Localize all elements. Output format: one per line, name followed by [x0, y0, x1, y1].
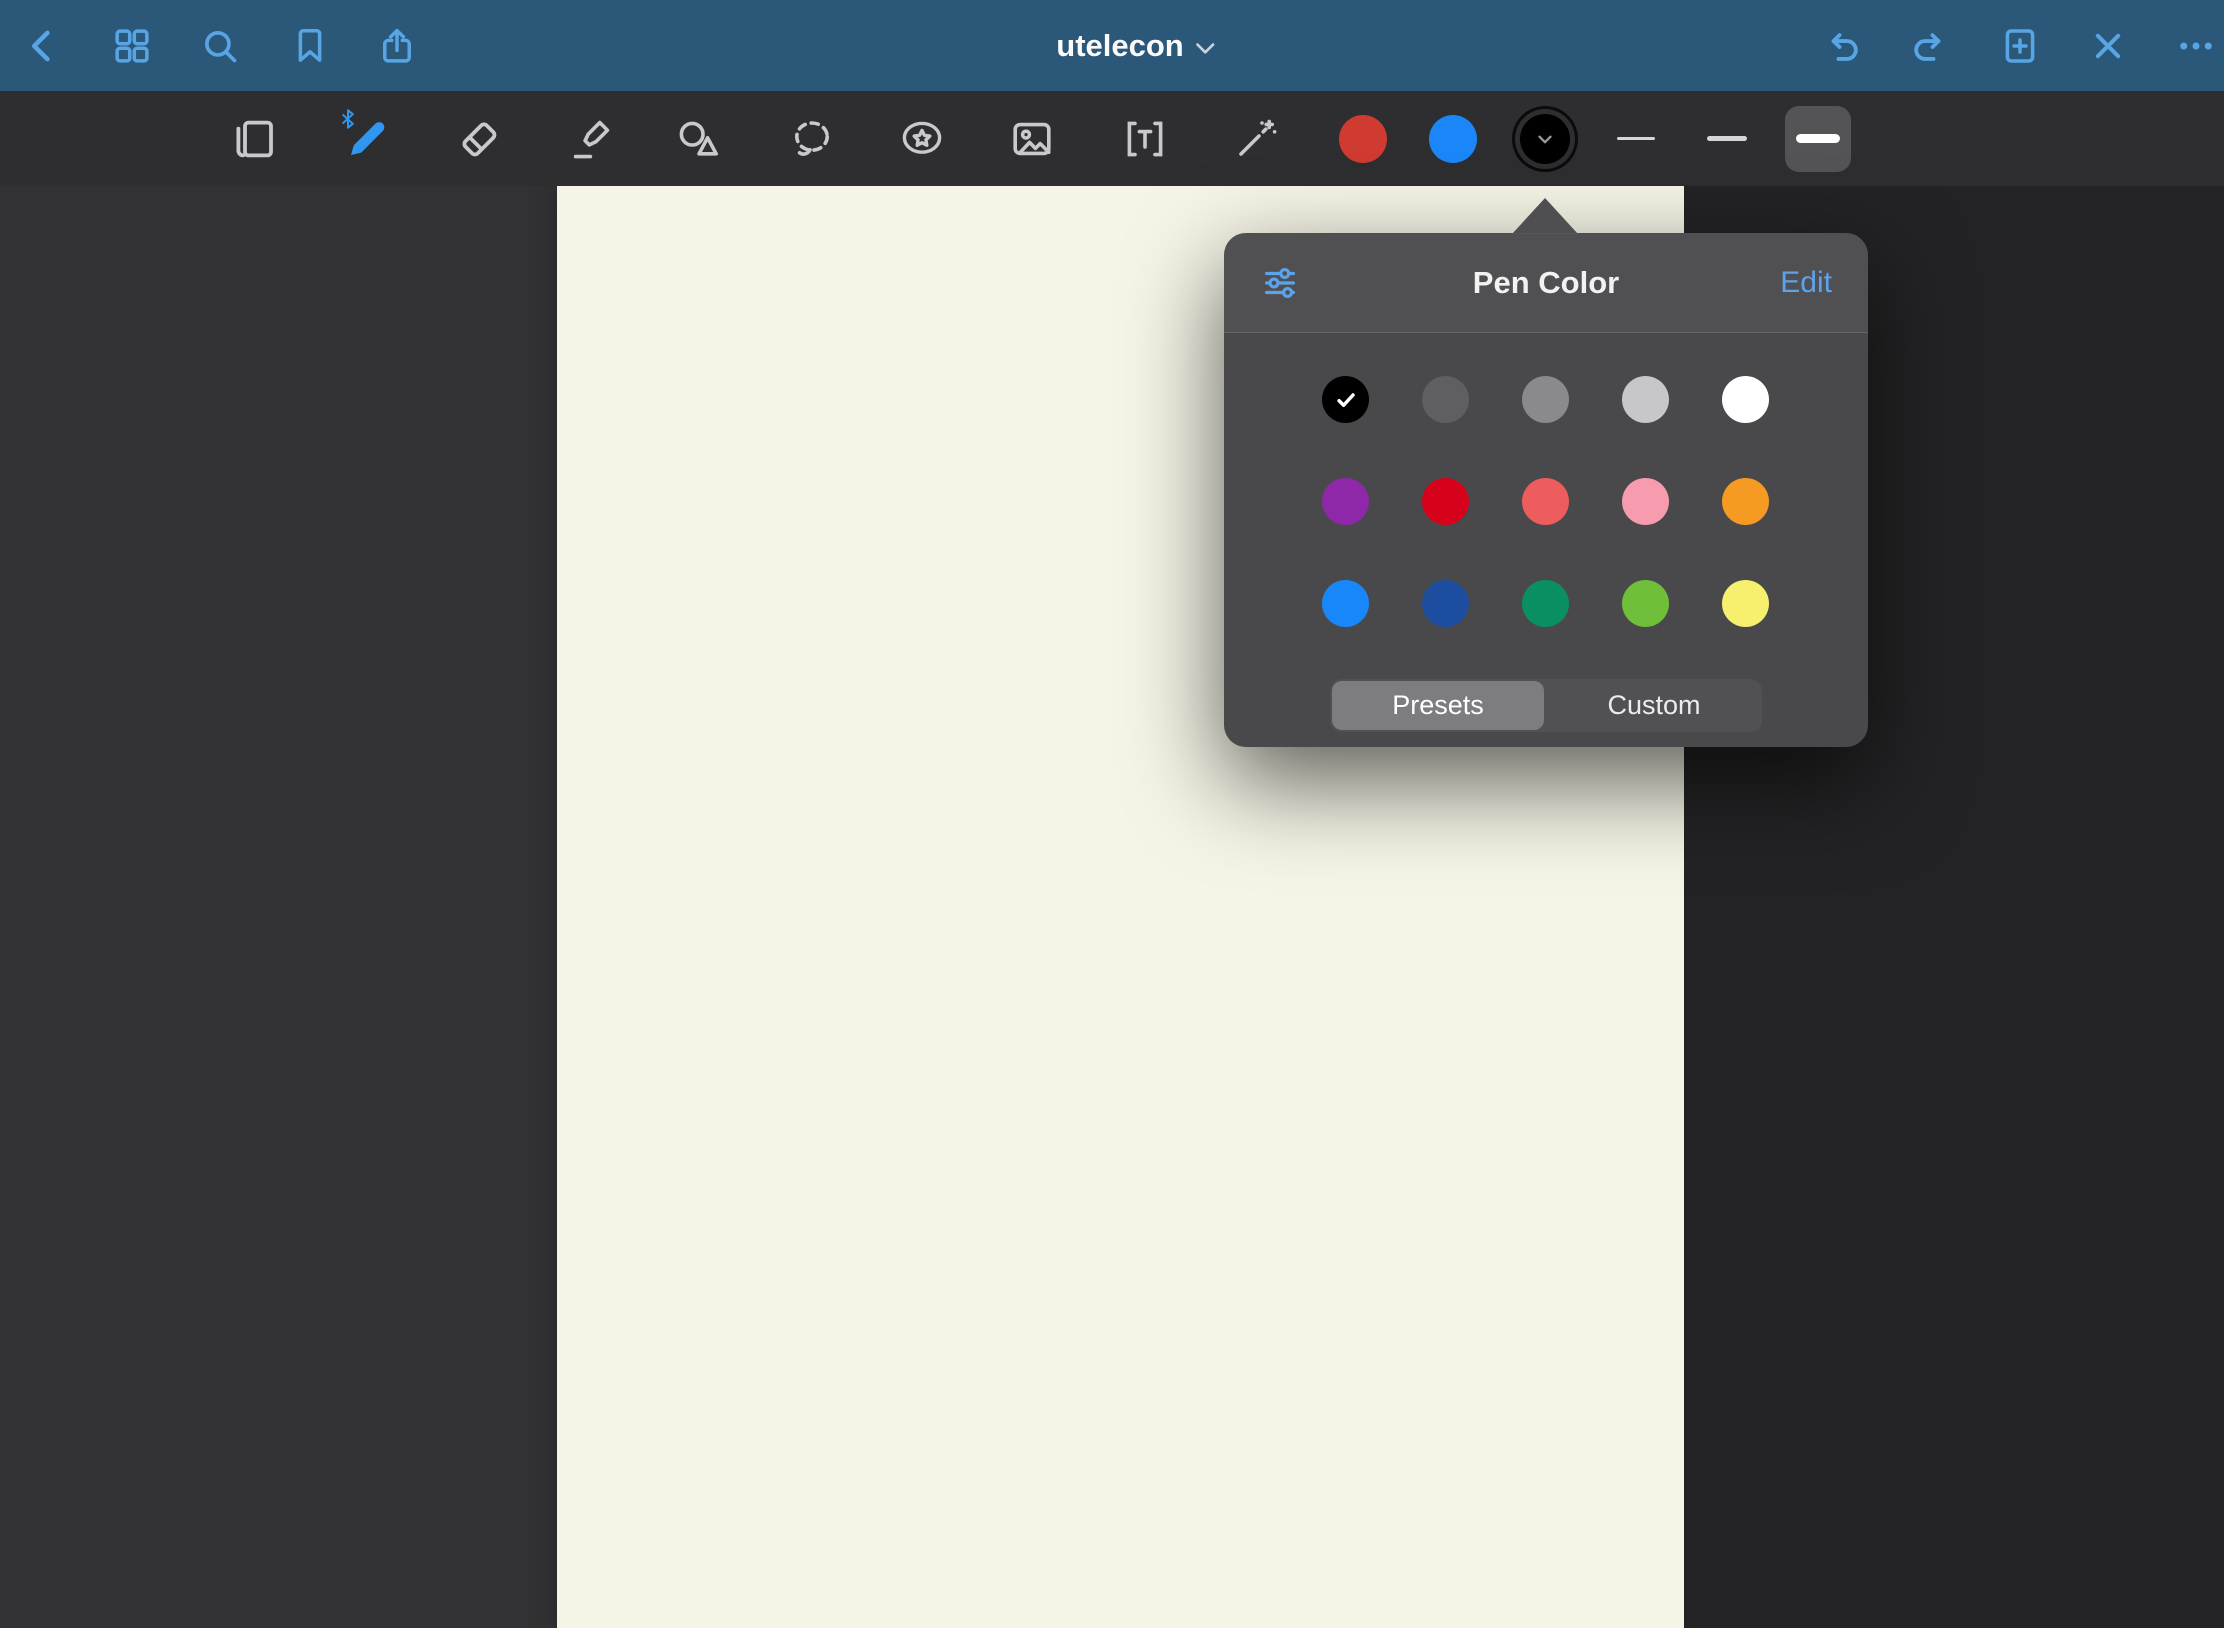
pen-color-swatch-orange[interactable] — [1722, 478, 1769, 525]
blue-color-swatch — [1429, 115, 1477, 163]
tool-stickers[interactable] — [891, 108, 953, 170]
color-blue-button[interactable] — [1422, 108, 1484, 170]
tool-highlighter[interactable] — [561, 108, 623, 170]
redo-button[interactable] — [1905, 21, 1955, 71]
chevron-down-icon — [1534, 128, 1556, 150]
thick-line-icon — [1796, 134, 1840, 143]
canvas-background-left — [0, 186, 557, 1628]
color-red-button[interactable] — [1332, 108, 1394, 170]
ellipsis-icon — [2175, 25, 2217, 67]
pen-color-swatch-dark-gray[interactable] — [1422, 376, 1469, 423]
color-black-button-selected[interactable] — [1514, 108, 1576, 170]
navbar: utelecon — [0, 0, 2224, 91]
stroke-settings-button[interactable] — [1258, 261, 1302, 305]
pen-off-x-icon — [2087, 25, 2129, 67]
add-page-icon — [1999, 25, 2041, 67]
tool-shapes[interactable] — [668, 108, 730, 170]
pen-color-swatch-blue[interactable] — [1322, 580, 1369, 627]
pen-color-popover: Pen Color Edit Presets Custom — [1224, 233, 1868, 747]
search-icon — [199, 25, 241, 67]
pen-color-swatch-yellow[interactable] — [1722, 580, 1769, 627]
lasso-icon — [788, 115, 836, 163]
pen-color-swatch-light-gray[interactable] — [1622, 376, 1669, 423]
pen-color-swatch-teal[interactable] — [1522, 580, 1569, 627]
document-title-label: utelecon — [1056, 28, 1183, 64]
bluetooth-icon — [340, 108, 356, 130]
add-page-button[interactable] — [1995, 21, 2045, 71]
back-chevron-icon — [22, 25, 64, 67]
black-color-swatch — [1520, 114, 1570, 164]
tool-toolbar — [0, 91, 2224, 186]
thickness-thick-button-selected[interactable] — [1785, 106, 1851, 172]
pen-color-swatch-coral[interactable] — [1522, 478, 1569, 525]
pen-color-swatch-pink[interactable] — [1622, 478, 1669, 525]
tool-text[interactable] — [1114, 108, 1176, 170]
tool-lasso[interactable] — [781, 108, 843, 170]
readonly-toggle-button[interactable] — [2083, 21, 2133, 71]
bookmark-icon — [289, 25, 331, 67]
tool-image[interactable] — [1001, 108, 1063, 170]
highlighter-icon — [568, 115, 616, 163]
popover-arrow — [1512, 198, 1578, 234]
redo-icon — [1909, 25, 1951, 67]
tool-page-panel[interactable] — [223, 108, 285, 170]
tab-presets[interactable]: Presets — [1332, 681, 1544, 730]
thumbnails-grid-icon — [111, 25, 153, 67]
thickness-thin-button[interactable] — [1605, 108, 1667, 170]
image-icon — [1008, 115, 1056, 163]
share-button[interactable] — [372, 21, 422, 71]
tab-custom[interactable]: Custom — [1548, 681, 1760, 730]
thumbnails-button[interactable] — [107, 21, 157, 71]
bookmark-button[interactable] — [285, 21, 335, 71]
page-panel-icon — [230, 115, 278, 163]
popover-title: Pen Color — [1224, 233, 1868, 333]
search-button[interactable] — [195, 21, 245, 71]
pen-color-swatch-purple[interactable] — [1322, 478, 1369, 525]
undo-icon — [1821, 25, 1863, 67]
tool-pen[interactable] — [336, 108, 398, 170]
pen-color-swatch-black[interactable] — [1322, 376, 1369, 423]
pen-color-swatch-red[interactable] — [1422, 478, 1469, 525]
sliders-icon — [1261, 264, 1299, 302]
popover-header: Pen Color Edit — [1224, 233, 1868, 333]
thin-line-icon — [1617, 137, 1655, 140]
eraser-icon — [455, 115, 503, 163]
pen-color-swatch-green[interactable] — [1622, 580, 1669, 627]
thickness-medium-button[interactable] — [1696, 108, 1758, 170]
pen-color-swatch-navy[interactable] — [1422, 580, 1469, 627]
tool-eraser[interactable] — [448, 108, 510, 170]
check-icon — [1331, 385, 1361, 415]
laser-pointer-icon — [1232, 115, 1280, 163]
canvas-area — [0, 186, 2224, 1628]
chevron-down-icon — [1196, 42, 1216, 56]
more-options-button[interactable] — [2171, 21, 2221, 71]
medium-line-icon — [1707, 136, 1747, 142]
undo-button[interactable] — [1817, 21, 1867, 71]
tool-laser-pointer[interactable] — [1225, 108, 1287, 170]
document-title[interactable]: utelecon — [1056, 0, 1215, 91]
pen-color-swatch-gray[interactable] — [1522, 376, 1569, 423]
presets-custom-segmented: Presets Custom — [1330, 679, 1762, 732]
edit-colors-link[interactable]: Edit — [1780, 233, 1832, 333]
shapes-icon — [675, 115, 723, 163]
red-color-swatch — [1339, 115, 1387, 163]
back-button[interactable] — [18, 21, 68, 71]
pen-color-swatch-white[interactable] — [1722, 376, 1769, 423]
sticker-star-icon — [898, 115, 946, 163]
share-icon — [376, 25, 418, 67]
pen-color-grid — [1322, 376, 1769, 627]
text-icon — [1121, 115, 1169, 163]
